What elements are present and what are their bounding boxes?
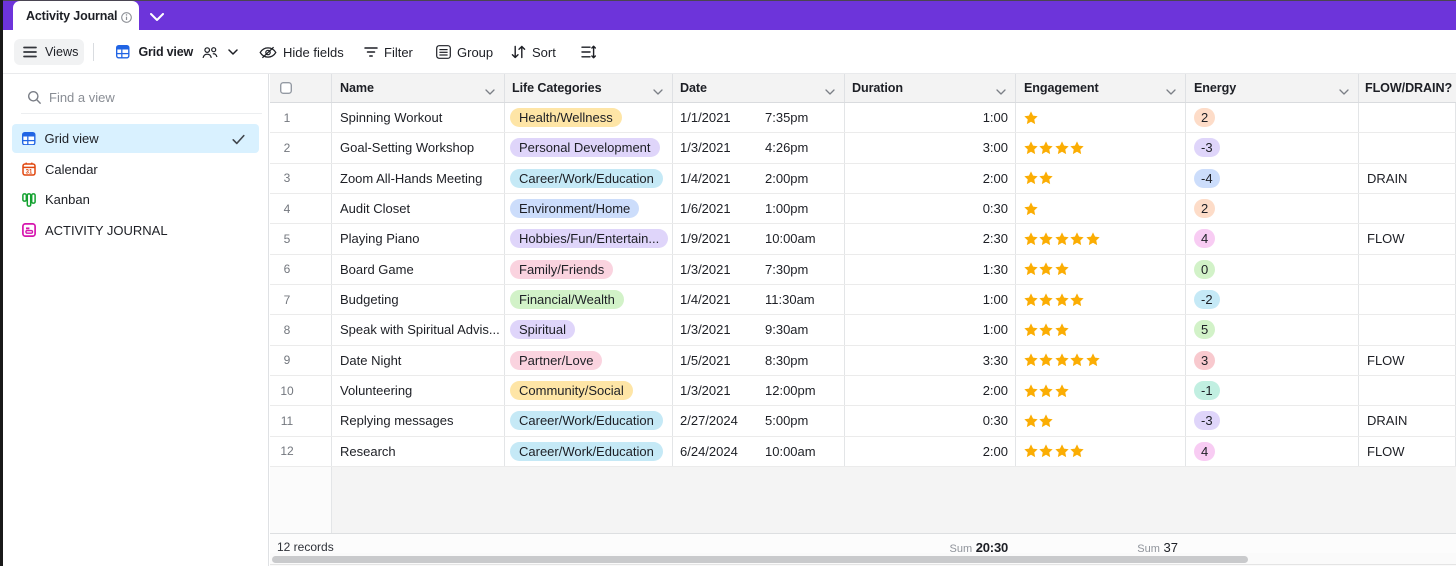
svg-text:31: 31	[26, 170, 33, 176]
